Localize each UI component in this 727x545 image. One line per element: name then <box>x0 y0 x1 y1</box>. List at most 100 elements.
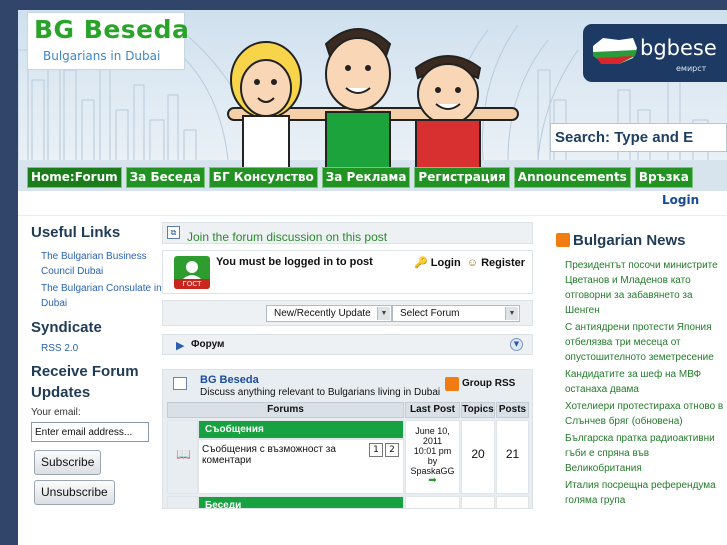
book-icon: 📖 <box>176 447 191 461</box>
last-post-by: by <box>427 456 438 466</box>
forum-name[interactable]: Съобщения с възможност за коментари <box>202 444 352 466</box>
chevron-down-icon: ▼ <box>505 307 518 320</box>
recent-select-value: New/Recently Update <box>274 308 371 319</box>
kids-illustration <box>227 28 519 168</box>
logo-title: BG Beseda <box>34 15 190 44</box>
divider <box>18 215 727 216</box>
nav-announcements[interactable]: Announcements <box>513 167 631 188</box>
forum-select-bar: New/Recently Update ▼ Select Forum ▼ <box>162 300 533 326</box>
rss-icon <box>445 377 459 391</box>
rss-icon <box>556 233 570 247</box>
join-discussion-link[interactable]: Join the forum discussion on this post <box>187 230 387 244</box>
col-topics: Topics <box>461 402 495 418</box>
topics-count: 20 <box>471 447 485 461</box>
forum-bar-title: Форум <box>191 339 225 350</box>
category-description: Discuss anything relevant to Bulgarians … <box>200 387 441 398</box>
login-panel: ГОСТ You must be logged in to post 🔑 Log… <box>162 250 533 294</box>
col-forums: Forums <box>167 402 404 418</box>
news-item[interactable]: С антиядрени протести Япония отбелязва т… <box>565 320 727 365</box>
login-register-links: 🔑 Login ☺ Register <box>414 256 525 269</box>
smiley-icon: ☺ <box>466 257 478 269</box>
site-logo[interactable]: BG Beseda Bulgarians in Dubai <box>27 12 189 70</box>
rss-link[interactable]: RSS 2.0 <box>31 341 166 356</box>
news-item[interactable]: Кандидатите за шеф на МВФ останаха двама <box>565 367 727 397</box>
nav-home-forum[interactable]: Home:Forum <box>27 167 122 188</box>
col-posts: Posts <box>496 402 529 418</box>
header-banner: BG Beseda Bulgarians in Dubai bgbese еми… <box>18 10 727 191</box>
collapse-icon[interactable]: ▼ <box>510 338 523 351</box>
email-field[interactable] <box>31 422 149 442</box>
topics-cell: 20 <box>461 420 495 494</box>
news-item[interactable]: Хотелиери протестираха отново в Слънчев … <box>565 399 727 429</box>
news-heading: Bulgarian News <box>573 232 686 249</box>
guest-avatar: ГОСТ <box>174 256 210 289</box>
news-list: Президентът посочи министрите Цветанов и… <box>565 258 727 510</box>
search-box[interactable] <box>550 123 727 152</box>
main-nav: Home:Forum За Беседа БГ Консулство За Рекла… <box>27 167 697 188</box>
forum-updates-heading: Receive Forum Updates <box>31 363 139 401</box>
bulgaria-map-icon <box>593 38 637 64</box>
last-post-time: 10:01 pm <box>413 446 452 456</box>
login-required-text: You must be logged in to post <box>216 256 373 268</box>
row-icon-cell <box>167 496 198 508</box>
group-header[interactable]: Съобщения <box>198 420 404 439</box>
nav-contact[interactable]: Връзка <box>634 167 693 188</box>
row-icon-cell: 📖 <box>167 420 198 494</box>
login-link[interactable]: Login <box>662 193 699 207</box>
nav-advertising[interactable]: За Реклама <box>321 167 411 188</box>
posts-cell: 21 <box>496 420 529 494</box>
email-label: Your email: <box>31 407 81 418</box>
syndicate-heading: Syndicate <box>31 319 102 336</box>
category-title[interactable]: BG Beseda <box>200 374 259 386</box>
login-button[interactable]: Login <box>431 257 461 269</box>
table-row: 📖 Съобщения Съобщения с възможност за ко… <box>167 420 529 494</box>
last-post-cell: June 10, 2011 10:01 pm by SpaskaGG ➡ <box>405 420 460 494</box>
news-item[interactable]: Президентът посочи министрите Цветанов и… <box>565 258 727 318</box>
search-input[interactable] <box>551 124 726 151</box>
logo-subtitle: Bulgarians in Dubai <box>43 49 161 63</box>
news-item[interactable]: Италия посрещна референдума голяма група <box>565 478 727 508</box>
discussion-icon: ⧉ <box>167 226 180 239</box>
group-header[interactable]: Беседи <box>198 496 404 508</box>
chevron-down-icon: ▼ <box>377 307 390 320</box>
posts-count: 21 <box>505 447 520 461</box>
page-link[interactable]: 1 <box>369 443 383 457</box>
link-consulate[interactable]: The Bulgarian Consulate in Dubai <box>31 281 166 311</box>
go-to-post-icon[interactable]: ➡ <box>406 476 459 486</box>
badge-subtext: емирст <box>676 64 707 73</box>
bgbeseda-badge[interactable]: bgbese емирст <box>583 24 727 82</box>
table-row: Беседи <box>167 496 529 508</box>
last-post-date: June 10, 2011 <box>415 426 450 446</box>
register-button[interactable]: Register <box>481 257 525 269</box>
page-link[interactable]: 2 <box>385 443 399 457</box>
topics-cell <box>461 496 495 508</box>
forum-table-header: Forums Last Post Topics Posts <box>167 402 529 418</box>
last-post-cell <box>405 496 460 508</box>
page: BG Beseda Bulgarians in Dubai bgbese еми… <box>18 10 727 545</box>
posts-cell <box>496 496 529 508</box>
forum-breadcrumb-bar: ▶ Форум ▼ <box>162 334 533 355</box>
news-item[interactable]: Българска пратка радиоактивни гъби е спр… <box>565 431 727 476</box>
useful-links-heading: Useful Links <box>31 224 121 241</box>
play-arrow-icon: ▶ <box>176 339 185 352</box>
main-content: ⧉ Join the forum discussion on this post… <box>162 222 533 509</box>
key-icon: 🔑 <box>414 257 428 269</box>
subscribe-button[interactable]: Subscribe <box>34 450 102 475</box>
col-last-post: Last Post <box>405 402 460 418</box>
forum-select-value: Select Forum <box>400 308 460 319</box>
recent-select[interactable]: New/Recently Update ▼ <box>266 305 392 322</box>
category-icon <box>173 377 187 390</box>
join-bar: ⧉ Join the forum discussion on this post <box>162 222 533 244</box>
guest-label: ГОСТ <box>174 279 210 289</box>
group-rss-link[interactable]: Group RSS <box>462 378 515 389</box>
nav-registration[interactable]: Регистрация <box>414 167 510 188</box>
forum-category: BG Beseda Discuss anything relevant to B… <box>162 369 533 509</box>
nav-about[interactable]: За Беседа <box>125 167 205 188</box>
left-sidebar: Useful Links The Bulgarian Business Coun… <box>31 222 166 505</box>
link-business-council[interactable]: The Bulgarian Business Council Dubai <box>31 249 166 279</box>
unsubscribe-button[interactable]: Unsubscribe <box>34 480 115 505</box>
forum-select[interactable]: Select Forum ▼ <box>392 305 520 322</box>
nav-consulate[interactable]: БГ Консулство <box>208 167 318 188</box>
forum-cell[interactable]: Съобщения с възможност за коментари 1 2 <box>198 439 404 494</box>
badge-text: bgbese <box>640 36 717 60</box>
